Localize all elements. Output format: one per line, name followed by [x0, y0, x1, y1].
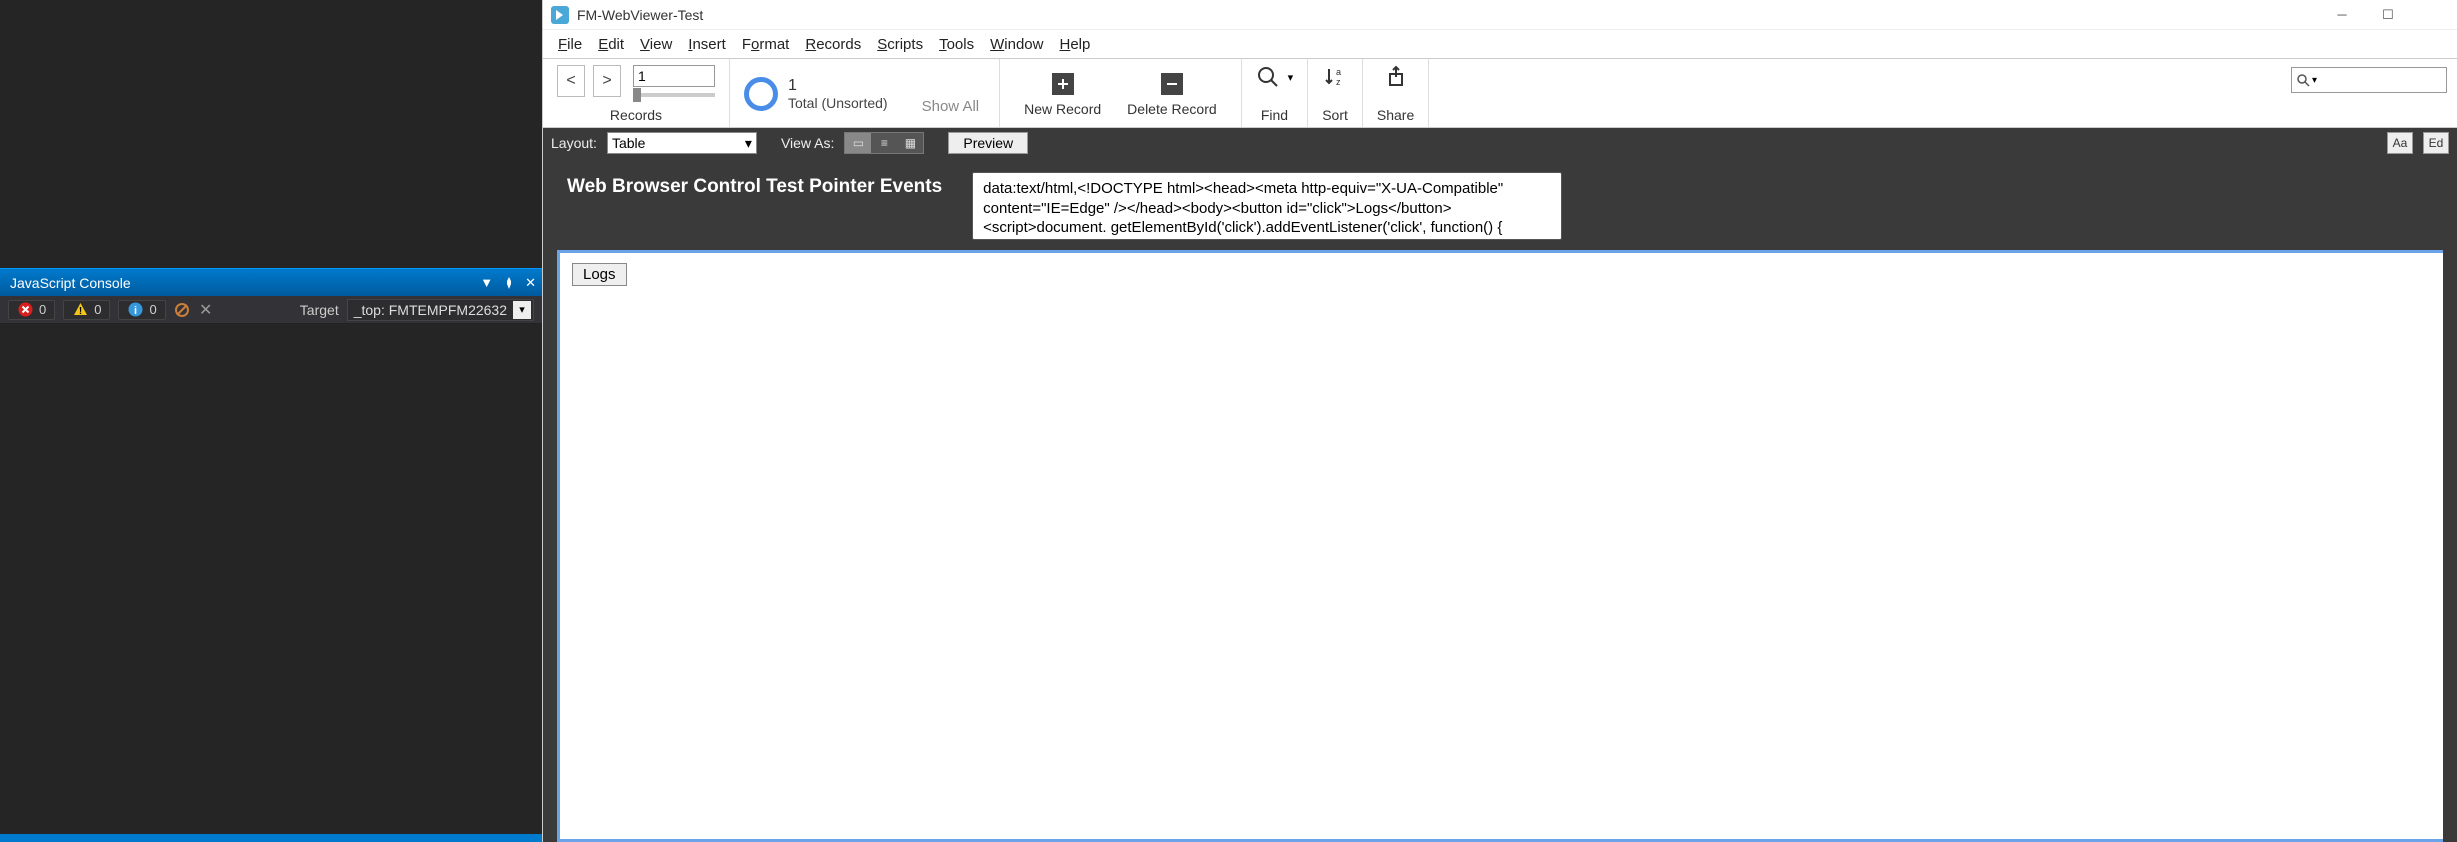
info-filter[interactable]: i 0	[118, 300, 165, 320]
maximize-button[interactable]: ☐	[2365, 0, 2411, 30]
menu-view[interactable]: View	[633, 34, 679, 55]
chevron-down-icon: ▾	[745, 135, 752, 152]
title-bar[interactable]: FM-WebViewer-Test ─ ☐	[543, 0, 2457, 30]
next-record-button[interactable]: >	[593, 65, 621, 97]
warning-filter[interactable]: ! 0	[63, 300, 110, 320]
showall-group: Show All	[902, 59, 1001, 127]
menu-scripts[interactable]: Scripts	[870, 34, 930, 55]
chevron-down-icon[interactable]: ▾	[1288, 71, 1294, 84]
chevron-down-icon: ▾	[513, 301, 531, 319]
share-icon	[1385, 65, 1407, 87]
warning-icon: !	[72, 302, 88, 318]
menu-insert[interactable]: Insert	[681, 34, 733, 55]
web-viewer[interactable]: Logs	[557, 250, 2443, 842]
console-output[interactable]	[0, 324, 542, 834]
plus-icon	[1050, 71, 1076, 97]
share-label[interactable]: Share	[1377, 107, 1414, 123]
search-icon	[1256, 65, 1280, 89]
console-toolbar: 0 ! 0 i 0 ✕ Target _top: FMTEMPFM22632 ▾	[0, 296, 542, 324]
menu-tools[interactable]: Tools	[932, 34, 981, 55]
prev-record-button[interactable]: <	[557, 65, 585, 97]
close-button[interactable]	[2411, 0, 2457, 30]
search-icon	[2296, 73, 2310, 87]
chevron-down-icon: ▾	[2312, 75, 2317, 86]
pin-icon[interactable]	[503, 277, 515, 289]
content-area: Web Browser Control Test Pointer Events …	[543, 158, 2457, 842]
console-title: JavaScript Console	[6, 275, 131, 291]
share-group: Share	[1363, 59, 1429, 127]
svg-text:i: i	[134, 305, 137, 317]
layout-select[interactable]: Table ▾	[607, 132, 757, 154]
menu-edit[interactable]: Edit	[591, 34, 631, 55]
sort-label[interactable]: Sort	[1322, 107, 1348, 123]
code-field[interactable]: data:text/html,<!DOCTYPE html><head><met…	[972, 172, 1562, 240]
preview-button[interactable]: Preview	[948, 132, 1028, 154]
menu-format[interactable]: Format	[735, 34, 797, 55]
devtools-empty-area	[0, 0, 542, 268]
error-icon	[17, 302, 33, 318]
devtools-pane: JavaScript Console ▼ ✕ 0 ! 0 i 0	[0, 0, 542, 842]
target-value: _top: FMTEMPFM22632	[354, 302, 507, 318]
target-select[interactable]: _top: FMTEMPFM22632 ▾	[347, 299, 534, 321]
menu-help[interactable]: Help	[1052, 34, 1097, 55]
pie-icon	[744, 77, 778, 111]
clear-icon[interactable]	[174, 302, 190, 318]
view-form-icon[interactable]: ▭	[845, 133, 871, 153]
find-group: ▾ Find	[1242, 59, 1309, 127]
error-filter[interactable]: 0	[8, 300, 55, 320]
toolbar-spacer: ▾	[1429, 59, 2457, 127]
filemaker-window: FM-WebViewer-Test ─ ☐ File Edit View Ins…	[542, 0, 2457, 842]
sort-icon: az	[1323, 65, 1347, 89]
show-all-button[interactable]: Show All	[916, 92, 986, 121]
layout-bar: Layout: Table ▾ View As: ▭ ≡ ▦ Preview A…	[543, 128, 2457, 158]
minimize-button[interactable]: ─	[2319, 0, 2365, 30]
records-label: Records	[610, 107, 662, 123]
view-table-icon[interactable]: ▦	[897, 133, 923, 153]
svg-text:a: a	[1336, 67, 1341, 77]
formatting-button[interactable]: Aa	[2387, 132, 2413, 154]
sort-group: az Sort	[1308, 59, 1363, 127]
info-count: 0	[149, 302, 156, 317]
delete-record-button[interactable]: Delete Record	[1117, 67, 1227, 121]
quick-search[interactable]: ▾	[2291, 67, 2447, 93]
record-ops-group: New Record Delete Record	[1000, 59, 1242, 127]
record-slider[interactable]	[633, 93, 715, 97]
error-count: 0	[39, 302, 46, 317]
edit-layout-button[interactable]: Ed	[2423, 132, 2449, 154]
window-title: FM-WebViewer-Test	[577, 7, 703, 23]
console-header[interactable]: JavaScript Console ▼ ✕	[0, 268, 542, 296]
menu-file[interactable]: File	[551, 34, 589, 55]
find-label[interactable]: Find	[1261, 107, 1288, 123]
target-label: Target	[300, 302, 339, 318]
view-mode-toggle[interactable]: ▭ ≡ ▦	[844, 132, 924, 154]
menu-records[interactable]: Records	[798, 34, 868, 55]
svg-text:!: !	[79, 306, 82, 317]
view-list-icon[interactable]: ≡	[871, 133, 897, 153]
found-group: 1 Total (Unsorted)	[730, 59, 902, 127]
view-as-label: View As:	[781, 135, 834, 151]
record-number-input[interactable]	[633, 65, 715, 87]
new-record-button[interactable]: New Record	[1014, 67, 1111, 121]
clear-x-icon[interactable]: ✕	[198, 302, 214, 318]
records-group: < > Records	[543, 59, 730, 127]
layout-label: Layout:	[551, 135, 597, 151]
found-count: 1	[788, 77, 888, 95]
menu-window[interactable]: Window	[983, 34, 1050, 55]
close-icon[interactable]: ✕	[525, 275, 536, 291]
svg-text:z: z	[1336, 77, 1341, 87]
found-status: Total (Unsorted)	[788, 95, 888, 111]
page-title: Web Browser Control Test Pointer Events	[557, 172, 942, 198]
info-icon: i	[127, 302, 143, 318]
dropdown-icon[interactable]: ▼	[480, 275, 493, 290]
warning-count: 0	[94, 302, 101, 317]
menu-bar: File Edit View Insert Format Records Scr…	[543, 30, 2457, 58]
console-footer-bar	[0, 834, 542, 842]
logs-button[interactable]: Logs	[572, 263, 627, 286]
minus-icon	[1159, 71, 1185, 97]
app-icon	[551, 6, 569, 24]
toolbar: < > Records 1 Total (Unsorted) Show All	[543, 58, 2457, 128]
